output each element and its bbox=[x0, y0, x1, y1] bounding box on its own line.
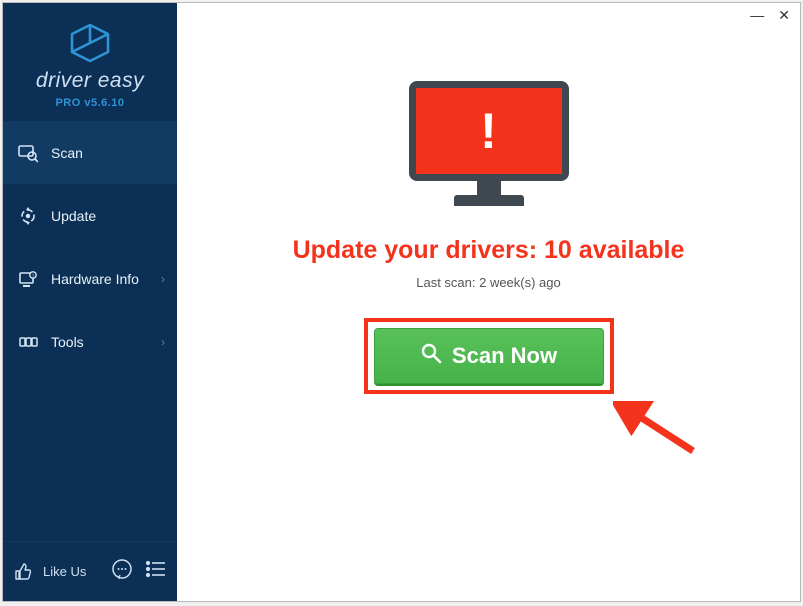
main-content: — ✕ ! Update your drivers: 10 available … bbox=[177, 3, 800, 601]
sidebar-item-label: Update bbox=[51, 208, 96, 224]
search-icon bbox=[420, 342, 442, 370]
sidebar-item-label: Hardware Info bbox=[51, 271, 139, 287]
thumb-up-icon[interactable] bbox=[13, 562, 33, 582]
main-center: ! Update your drivers: 10 available Last… bbox=[177, 3, 800, 601]
sidebar-item-label: Tools bbox=[51, 334, 84, 350]
brand-block: driver easy PRO v5.6.10 bbox=[3, 3, 177, 121]
headline-text: Update your drivers: 10 available bbox=[293, 236, 685, 265]
sidebar-item-update[interactable]: Update bbox=[3, 184, 177, 247]
exclamation-icon: ! bbox=[480, 102, 497, 160]
tools-icon bbox=[17, 332, 39, 352]
scan-now-button[interactable]: Scan Now bbox=[374, 328, 604, 384]
last-scan-text: Last scan: 2 week(s) ago bbox=[416, 275, 561, 290]
sidebar-item-label: Scan bbox=[51, 145, 83, 161]
brand-logo-icon bbox=[68, 23, 112, 63]
app-window: driver easy PRO v5.6.10 Scan Update i bbox=[2, 2, 801, 602]
scan-highlight-box: Scan Now bbox=[364, 318, 614, 394]
like-us-label[interactable]: Like Us bbox=[43, 564, 101, 579]
hardware-icon: i bbox=[17, 269, 39, 289]
brand-name: driver easy bbox=[36, 69, 144, 93]
feedback-icon[interactable] bbox=[111, 558, 133, 585]
alert-monitor-icon: ! bbox=[409, 81, 569, 206]
menu-list-icon[interactable] bbox=[145, 560, 167, 583]
brand-version: PRO v5.6.10 bbox=[55, 97, 124, 109]
chevron-right-icon: › bbox=[161, 335, 165, 349]
sidebar-item-tools[interactable]: Tools › bbox=[3, 310, 177, 373]
sidebar-item-scan[interactable]: Scan bbox=[3, 121, 177, 184]
sidebar: driver easy PRO v5.6.10 Scan Update i bbox=[3, 3, 177, 601]
sidebar-item-hardware-info[interactable]: i Hardware Info › bbox=[3, 247, 177, 310]
scan-button-label: Scan Now bbox=[452, 343, 557, 369]
sidebar-nav: Scan Update i Hardware Info › Tools bbox=[3, 121, 177, 541]
scan-icon bbox=[17, 143, 39, 163]
chevron-right-icon: › bbox=[161, 272, 165, 286]
update-icon bbox=[17, 206, 39, 226]
sidebar-footer: Like Us bbox=[3, 541, 177, 601]
svg-text:i: i bbox=[32, 273, 33, 279]
